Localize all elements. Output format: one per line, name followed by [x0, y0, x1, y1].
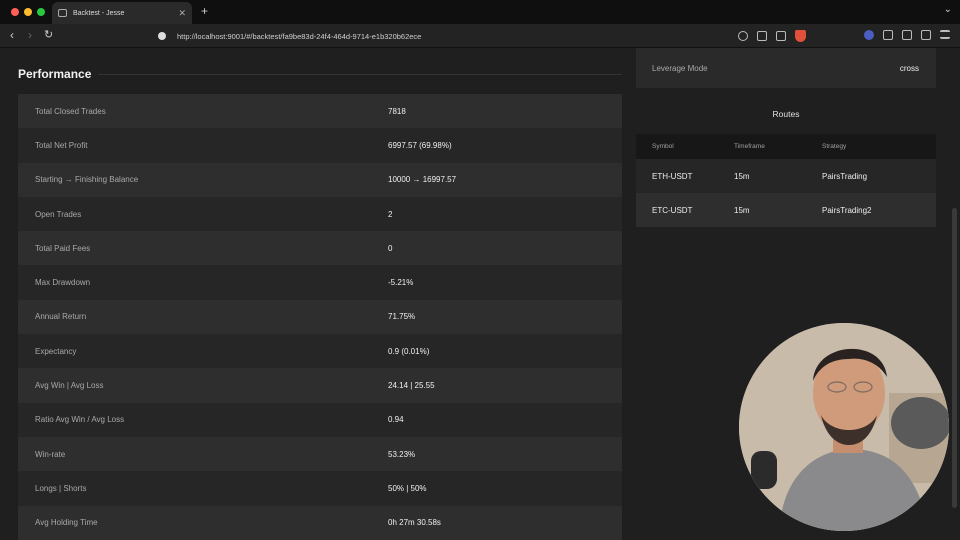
- route-strategy: PairsTrading: [822, 171, 868, 181]
- metric-label: Total Closed Trades: [35, 106, 106, 116]
- metric-label: Expectancy: [35, 346, 77, 356]
- bookmark-icon[interactable]: [776, 31, 786, 41]
- metric-value: 0.94: [388, 415, 404, 425]
- address-bar[interactable]: http://localhost:9001/#/backtest/fa9be83…: [158, 28, 778, 44]
- back-arrow-icon[interactable]: ‹: [10, 28, 14, 42]
- performance-heading: Performance: [18, 67, 92, 81]
- metric-label: Avg Win | Avg Loss: [35, 381, 104, 391]
- browser-tab[interactable]: Backtest - Jesse ✕: [52, 2, 192, 24]
- table-row: Annual Return 71.75%: [18, 299, 622, 335]
- metric-value: 10000 → 16997.57: [388, 175, 457, 185]
- metric-value: 2: [388, 209, 393, 219]
- minimize-window-button[interactable]: [24, 8, 32, 16]
- column-header-symbol: Symbol: [652, 143, 674, 150]
- url-text[interactable]: http://localhost:9001/#/backtest/fa9be83…: [177, 32, 421, 41]
- extensions-puzzle-icon[interactable]: [883, 30, 893, 40]
- route-timeframe: 15m: [734, 205, 750, 215]
- metric-value: -5.21%: [388, 278, 414, 288]
- route-symbol: ETC-USDT: [652, 205, 693, 215]
- metric-value: 6997.57 (69.98%): [388, 140, 452, 150]
- metric-label: Open Trades: [35, 209, 82, 219]
- leverage-mode-label: Leverage Mode: [652, 63, 708, 73]
- table-row: Open Trades 2: [18, 196, 622, 232]
- browser-title-bar: Backtest - Jesse ✕ + ⌄: [0, 0, 960, 24]
- table-row: Avg Win | Avg Loss 24.14 | 25.55: [18, 368, 622, 403]
- metric-value: 0.9 (0.01%): [388, 346, 430, 356]
- reload-icon[interactable]: ↻: [44, 28, 53, 41]
- table-row: ETC-USDT 15m PairsTrading2: [636, 193, 936, 227]
- column-header-timeframe: Timeframe: [734, 143, 765, 150]
- presenter-video-image: [739, 323, 949, 531]
- metric-value: 0: [388, 243, 393, 253]
- table-row: Longs | Shorts 50% | 50%: [18, 471, 622, 506]
- tab-list-chevron-icon[interactable]: ⌄: [944, 4, 952, 15]
- metric-label: Annual Return: [35, 312, 87, 322]
- zoom-icon[interactable]: [738, 31, 748, 41]
- menu-icon[interactable]: [940, 30, 950, 39]
- metric-label: Total Net Profit: [35, 140, 88, 150]
- metric-label: Starting → Finishing Balance: [35, 175, 139, 185]
- heading-divider: [98, 74, 622, 75]
- table-row: Avg Holding Time 0h 27m 30.58s: [18, 505, 622, 540]
- metric-value: 50% | 50%: [388, 483, 427, 493]
- route-strategy: PairsTrading2: [822, 205, 872, 215]
- table-row: Expectancy 0.9 (0.01%): [18, 334, 622, 369]
- address-bar-icons: [738, 30, 806, 42]
- metric-label: Total Paid Fees: [35, 243, 91, 253]
- leverage-mode-row: Leverage Mode cross: [636, 48, 936, 88]
- table-row: Win-rate 53.23%: [18, 436, 622, 472]
- metric-value: 24.14 | 25.55: [388, 381, 435, 391]
- table-row: Starting → Finishing Balance 10000 → 1699…: [18, 162, 622, 197]
- metric-value: 7818: [388, 106, 406, 116]
- page-scrollbar[interactable]: [952, 208, 957, 508]
- metric-label: Longs | Shorts: [35, 483, 87, 493]
- tab-title: Backtest - Jesse: [73, 9, 125, 17]
- close-window-button[interactable]: [11, 8, 19, 16]
- maximize-window-button[interactable]: [37, 8, 45, 16]
- leverage-mode-value: cross: [899, 63, 919, 73]
- tab-close-icon[interactable]: ✕: [178, 8, 186, 19]
- table-row: Total Closed Trades 7818: [18, 94, 622, 129]
- new-tab-button[interactable]: +: [201, 4, 208, 18]
- table-row: Ratio Avg Win / Avg Loss 0.94: [18, 402, 622, 437]
- forward-arrow-icon[interactable]: ›: [28, 28, 32, 42]
- table-row: Max Drawdown -5.21%: [18, 265, 622, 300]
- site-info-icon[interactable]: [158, 32, 166, 40]
- browser-toolbar: ‹ › ↻ http://localhost:9001/#/backtest/f…: [0, 24, 960, 48]
- performance-table: Total Closed Trades 7818 Total Net Profit…: [18, 94, 622, 540]
- metric-label: Win-rate: [35, 449, 66, 459]
- routes-heading: Routes: [772, 109, 800, 119]
- page-favicon-icon: [58, 9, 67, 17]
- wallet-icon[interactable]: [921, 30, 931, 40]
- table-row: Total Net Profit 6997.57 (69.98%): [18, 128, 622, 163]
- brave-shield-icon[interactable]: [795, 30, 806, 42]
- window-controls: [11, 8, 45, 16]
- routes-table-header: Symbol Timeframe Strategy: [636, 134, 936, 159]
- table-row: Total Paid Fees 0: [18, 231, 622, 266]
- column-header-strategy: Strategy: [822, 143, 847, 150]
- metric-value: 71.75%: [388, 312, 416, 322]
- share-icon[interactable]: [757, 31, 767, 41]
- extension-icons: [864, 30, 950, 40]
- route-symbol: ETH-USDT: [652, 171, 693, 181]
- extension-icon[interactable]: [864, 30, 874, 40]
- metric-label: Avg Holding Time: [35, 518, 98, 528]
- webcam-overlay: [739, 323, 949, 531]
- metric-label: Ratio Avg Win / Avg Loss: [35, 415, 125, 425]
- metric-value: 0h 27m 30.58s: [388, 518, 441, 528]
- metric-value: 53.23%: [388, 449, 416, 459]
- metric-label: Max Drawdown: [35, 278, 91, 288]
- route-timeframe: 15m: [734, 171, 750, 181]
- sidebar-icon[interactable]: [902, 30, 912, 40]
- table-row: ETH-USDT 15m PairsTrading: [636, 159, 936, 193]
